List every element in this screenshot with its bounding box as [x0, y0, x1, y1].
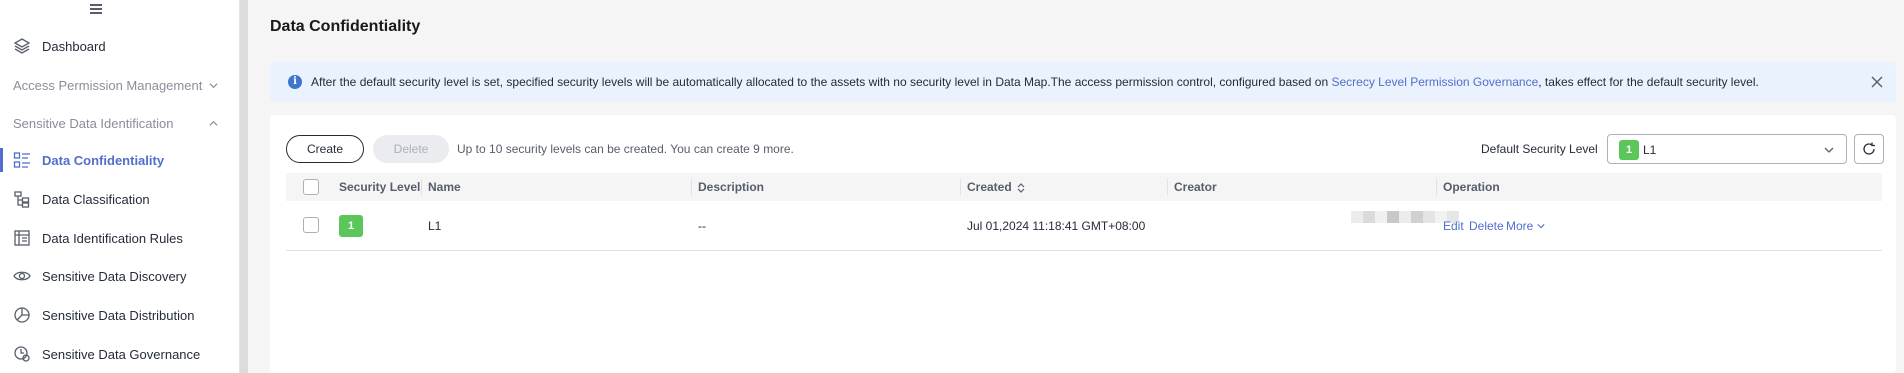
menu-collapse-icon[interactable]	[90, 4, 102, 14]
default-security-level-label: Default Security Level	[1481, 142, 1598, 156]
close-icon[interactable]	[1871, 76, 1883, 88]
sidebar-item-label: Dashboard	[42, 38, 106, 54]
sidebar-item-data-classification[interactable]: Data Classification	[0, 183, 240, 215]
governance-icon	[13, 345, 31, 363]
column-created-label: Created	[967, 180, 1012, 194]
sidebar-item-label: Sensitive Data Distribution	[42, 307, 195, 323]
refresh-button[interactable]	[1854, 134, 1884, 164]
rules-icon	[13, 229, 31, 247]
chevron-down-icon	[1824, 147, 1834, 153]
alert-text-before: After the default security level is set,…	[311, 75, 1332, 89]
sidebar-item-label: Data Confidentiality	[42, 152, 165, 168]
column-created[interactable]: Created	[967, 180, 1026, 194]
sidebar-group-access-permission[interactable]: Access Permission Management	[0, 69, 240, 101]
column-divider	[960, 179, 961, 195]
column-divider	[1436, 179, 1437, 195]
edit-link[interactable]: Edit	[1443, 219, 1464, 233]
sidebar: Dashboard Access Permission Management S…	[0, 0, 240, 373]
sidebar-item-data-confidentiality[interactable]: Data Confidentiality	[0, 144, 240, 176]
sidebar-item-sensitive-data-discovery[interactable]: Sensitive Data Discovery	[0, 260, 240, 292]
sort-icon[interactable]	[1016, 182, 1026, 194]
create-button[interactable]: Create	[286, 135, 364, 163]
column-description: Description	[698, 180, 765, 194]
cell-created: Jul 01,2024 11:18:41 GMT+08:00	[967, 219, 1146, 233]
security-level-card: Create Delete Up to 10 security levels c…	[270, 115, 1896, 373]
column-divider	[691, 179, 692, 195]
column-security-level: Security Level	[339, 180, 421, 194]
column-divider	[1167, 179, 1168, 195]
page-title: Data Confidentiality	[270, 18, 421, 35]
sidebar-item-sensitive-data-governance[interactable]: Sensitive Data Governance	[0, 338, 240, 370]
sidebar-item-label: Data Identification Rules	[42, 230, 183, 246]
chevron-down-icon	[1537, 224, 1545, 229]
column-divider	[421, 179, 422, 195]
more-dropdown[interactable]: More	[1506, 219, 1545, 233]
classification-icon	[13, 190, 31, 208]
pie-chart-icon	[13, 306, 31, 324]
sidebar-group-label: Access Permission Management	[13, 77, 203, 93]
default-security-level-select[interactable]: 1 L1	[1607, 134, 1847, 164]
level-badge: 1	[339, 215, 363, 237]
sidebar-item-sensitive-data-distribution[interactable]: Sensitive Data Distribution	[0, 299, 240, 331]
sidebar-group-label: Sensitive Data Identification	[13, 115, 174, 131]
secrecy-governance-link[interactable]: Secrecy Level Permission Governance	[1332, 75, 1539, 89]
layers-icon	[13, 37, 31, 55]
select-all-checkbox[interactable]	[303, 179, 319, 195]
chevron-up-icon	[209, 120, 218, 126]
sidebar-scrollbar[interactable]	[240, 0, 248, 373]
sidebar-group-sensitive-data-identification[interactable]: Sensitive Data Identification	[0, 107, 240, 139]
column-creator: Creator	[1174, 180, 1217, 194]
column-name: Name	[428, 180, 461, 194]
eye-scan-icon	[13, 267, 31, 285]
row-checkbox[interactable]	[303, 217, 319, 233]
table-row: 1 L1 -- Jul 01,2024 11:18:41 GMT+08:00 E…	[286, 201, 1882, 251]
cell-name: L1	[428, 219, 442, 233]
sidebar-item-dashboard[interactable]: Dashboard	[0, 30, 240, 62]
more-label: More	[1506, 219, 1534, 233]
quota-hint: Up to 10 security levels can be created.…	[457, 142, 794, 156]
sidebar-item-data-identification-rules[interactable]: Data Identification Rules	[0, 222, 240, 254]
column-operation: Operation	[1443, 180, 1500, 194]
refresh-icon	[1863, 142, 1875, 155]
selected-level-value: L1	[1643, 143, 1657, 157]
alert-text: After the default security level is set,…	[311, 75, 1759, 89]
delete-button[interactable]: Delete	[373, 135, 449, 163]
delete-link[interactable]: Delete	[1469, 219, 1504, 233]
info-alert: i After the default security level is se…	[270, 62, 1896, 102]
sidebar-item-label: Sensitive Data Discovery	[42, 268, 187, 284]
chevron-down-icon	[209, 82, 218, 88]
sidebar-item-label: Data Classification	[42, 191, 150, 207]
info-icon: i	[288, 75, 302, 89]
cell-description: --	[698, 219, 706, 233]
alert-text-after: , takes effect for the default security …	[1538, 75, 1759, 89]
confidentiality-icon	[13, 151, 31, 169]
level-badge: 1	[1619, 140, 1639, 160]
active-indicator	[0, 148, 3, 172]
sidebar-item-label: Sensitive Data Governance	[42, 346, 201, 362]
table-header: Security Level Name Description Created …	[286, 173, 1882, 201]
